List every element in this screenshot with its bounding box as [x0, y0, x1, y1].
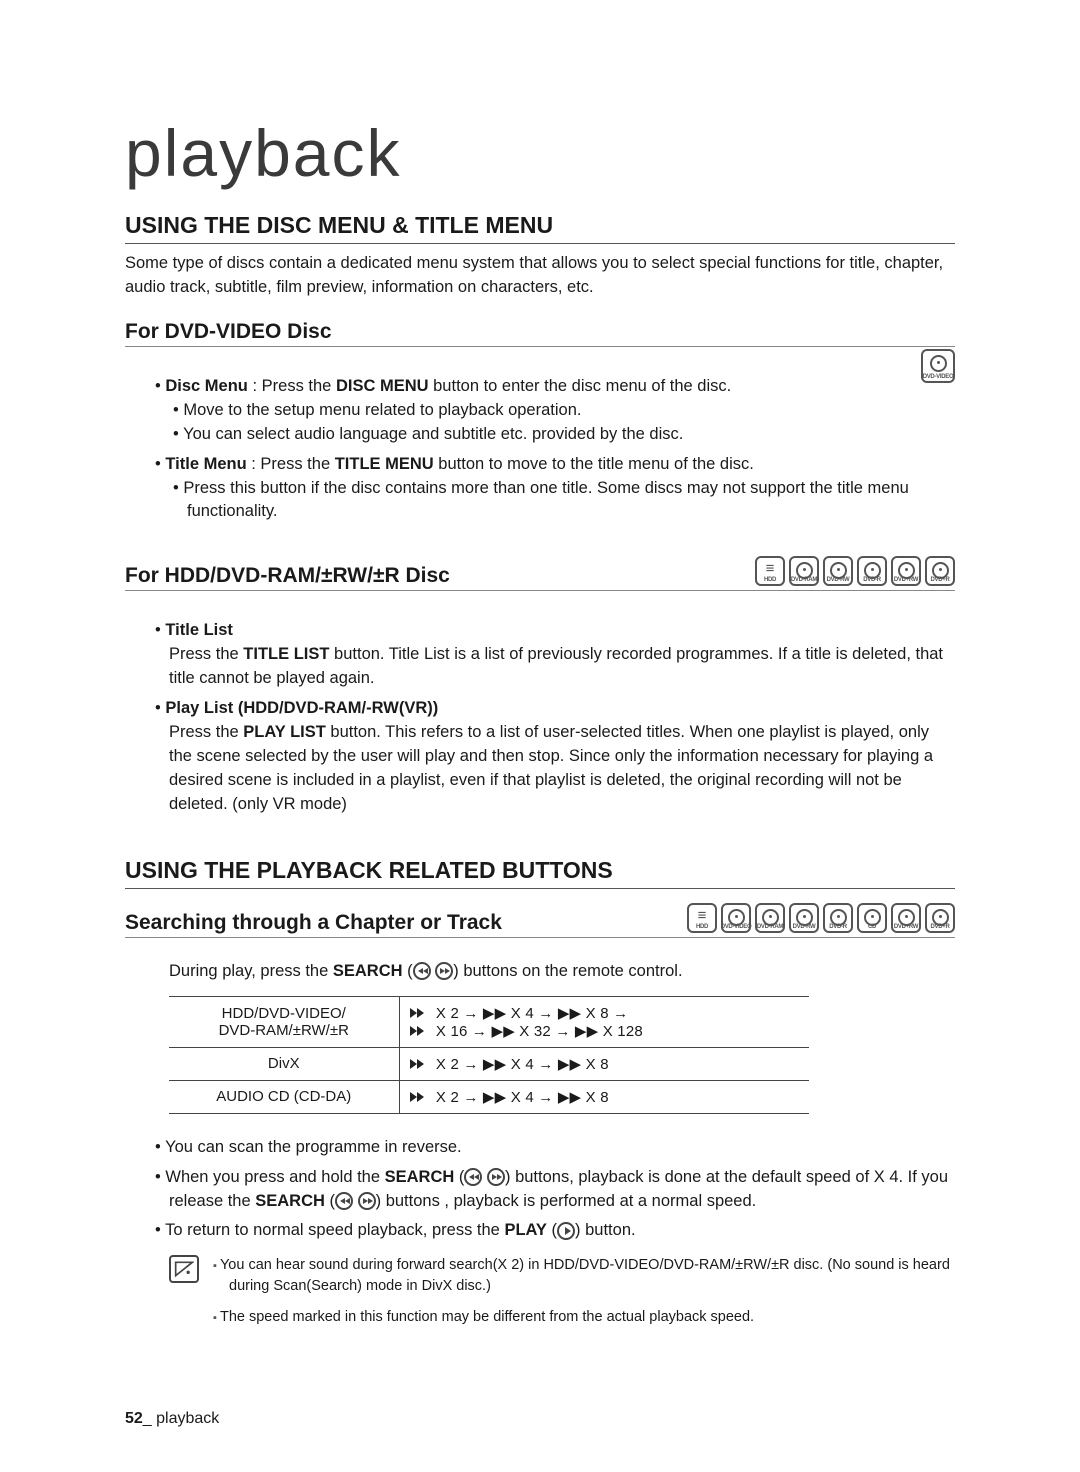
list-item: When you press and hold the SEARCH ( ) b…	[169, 1166, 955, 1214]
dvd-video-icon: DVD-VIDEO	[921, 349, 955, 383]
cell-label: DVD-RAM/±RW/±R	[179, 1022, 389, 1039]
note-item: The speed marked in this function may be…	[213, 1307, 955, 1328]
fastforward-glyph	[410, 1026, 432, 1036]
dvd-rw-icon: DVD-RW	[823, 556, 853, 586]
fastforward-glyph	[410, 1008, 432, 1018]
section-intro: Some type of discs contain a dedicated m…	[125, 252, 955, 300]
note-block: You can hear sound during forward search…	[169, 1255, 955, 1338]
play-icon	[557, 1222, 575, 1240]
dvd-prw-icon: DVD+RW	[891, 903, 921, 933]
cell-label: AUDIO CD (CD-DA)	[169, 1080, 399, 1113]
fastforward-icon	[358, 1192, 376, 1210]
play-list-item: Play List (HDD/DVD-RAM/-RW(VR)) Press th…	[169, 697, 955, 817]
rewind-icon	[335, 1192, 353, 1210]
dvd-video-icon: DVD-VIDEO	[721, 903, 751, 933]
hdd-icon: HDD	[755, 556, 785, 586]
disc-icon-strip: HDD DVD-RAM DVD-RW DVD-R DVD+RW DVD+R	[755, 556, 955, 588]
disc-icon-strip: HDD DVD-VIDEO DVD-RAM DVD-RW DVD-R CD DV…	[687, 903, 955, 935]
dvd-r-icon: DVD-R	[857, 556, 887, 586]
footer-label: playback	[156, 1410, 219, 1427]
fastforward-icon	[487, 1168, 505, 1186]
subheading-hdd-disc: For HDD/DVD-RAM/±RW/±R Disc HDD DVD-RAM …	[125, 556, 955, 591]
rewind-icon	[413, 962, 431, 980]
table-row: DivX X 2 → ▶▶ X 4 → ▶▶ X 8	[169, 1047, 809, 1080]
disc-icon-label: DVD-VIDEO	[923, 374, 954, 380]
title-menu-item: Title Menu : Press the TITLE MENU button…	[169, 453, 955, 525]
table-row: HDD/DVD-VIDEO/ DVD-RAM/±RW/±R X 2 → ▶▶ X…	[169, 996, 809, 1047]
list-item: Move to the setup menu related to playba…	[187, 399, 955, 423]
section-heading-playback-buttons: USING THE PLAYBACK RELATED BUTTONS	[125, 857, 955, 889]
cd-icon: CD	[857, 903, 887, 933]
dvd-rw-icon: DVD-RW	[789, 903, 819, 933]
search-lead-text: During play, press the SEARCH ( ) button…	[169, 960, 955, 984]
disc-menu-item: Disc Menu : Press the DISC MENU button t…	[169, 375, 955, 447]
subheading-label: For HDD/DVD-RAM/±RW/±R Disc	[125, 564, 450, 588]
section-heading-disc-title-menu: USING THE DISC MENU & TITLE MENU	[125, 212, 955, 244]
page-number: 52	[125, 1410, 143, 1427]
note-lines: You can hear sound during forward search…	[213, 1255, 955, 1338]
page-title: playback	[125, 120, 955, 186]
cell-label: HDD/DVD-VIDEO/	[179, 1005, 389, 1022]
hdd-disc-list: Title List Press the TITLE LIST button. …	[125, 619, 955, 816]
hdd-icon: HDD	[687, 903, 717, 933]
dvd-pr-icon: DVD+R	[925, 903, 955, 933]
dvdvideo-list: Disc Menu : Press the DISC MENU button t…	[125, 375, 955, 525]
dvd-ram-icon: DVD-RAM	[755, 903, 785, 933]
subheading-searching: Searching through a Chapter or Track HDD…	[125, 903, 955, 938]
table-row: AUDIO CD (CD-DA) X 2 → ▶▶ X 4 → ▶▶ X 8	[169, 1080, 809, 1113]
fastforward-glyph	[410, 1092, 432, 1102]
dvd-r-icon: DVD-R	[823, 903, 853, 933]
search-notes-list: You can scan the programme in reverse. W…	[125, 1136, 955, 1244]
fastforward-icon	[435, 962, 453, 980]
note-item: You can hear sound during forward search…	[213, 1255, 955, 1297]
dvd-ram-icon: DVD-RAM	[789, 556, 819, 586]
list-item: You can scan the programme in reverse.	[169, 1136, 955, 1160]
page-footer: 52_ playback	[125, 1410, 219, 1428]
subheading-label: Searching through a Chapter or Track	[125, 911, 502, 935]
fastforward-glyph	[410, 1059, 432, 1069]
list-item: To return to normal speed playback, pres…	[169, 1219, 955, 1243]
dvd-pr-icon: DVD+R	[925, 556, 955, 586]
subheading-dvdvideo: For DVD-VIDEO Disc	[125, 320, 955, 347]
list-item: Press this button if the disc contains m…	[187, 477, 955, 525]
list-item: You can select audio language and subtit…	[187, 423, 955, 447]
cell-label: DivX	[169, 1047, 399, 1080]
speed-table: HDD/DVD-VIDEO/ DVD-RAM/±RW/±R X 2 → ▶▶ X…	[169, 996, 809, 1114]
title-list-item: Title List Press the TITLE LIST button. …	[169, 619, 955, 691]
subheading-label: For DVD-VIDEO Disc	[125, 320, 332, 344]
rewind-icon	[464, 1168, 482, 1186]
bold-label: Disc Menu	[165, 377, 248, 395]
dvd-prw-icon: DVD+RW	[891, 556, 921, 586]
note-icon	[169, 1255, 199, 1283]
